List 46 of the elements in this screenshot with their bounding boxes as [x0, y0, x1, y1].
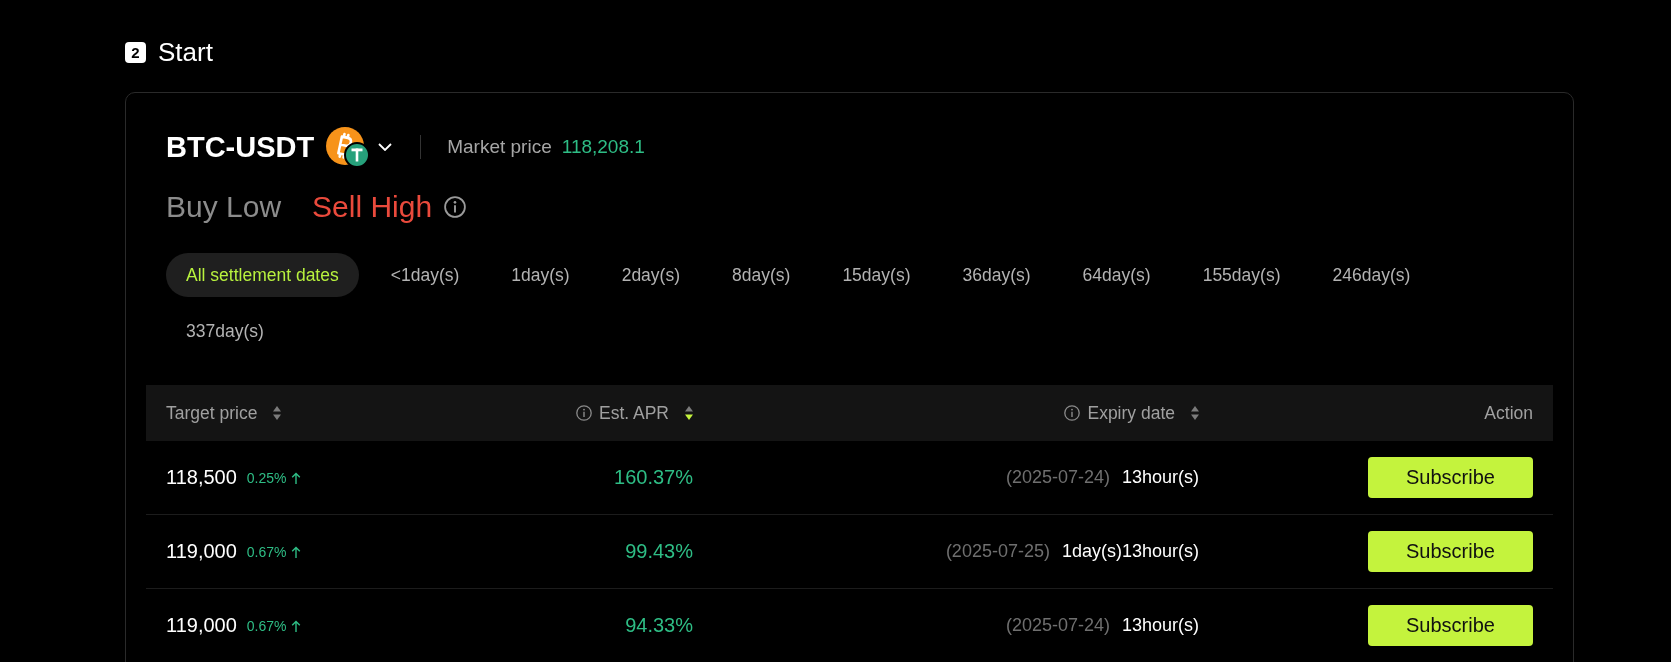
time-left: 1day(s)13hour(s) [1061, 541, 1199, 562]
column-header[interactable]: Est. APR [598, 402, 669, 424]
mode-tab[interactable]: Sell High [312, 189, 433, 225]
date-filter-tab[interactable]: 337day(s) [166, 309, 284, 353]
apr-value: 160.37% [614, 466, 693, 489]
date-filter-tab[interactable]: 36day(s) [942, 253, 1051, 297]
date-filter-tab[interactable]: 64day(s) [1062, 253, 1171, 297]
date-filter-tab[interactable]: 246day(s) [1312, 253, 1431, 297]
info-icon[interactable] [575, 405, 592, 421]
column-header[interactable]: Target price [166, 402, 258, 424]
info-icon[interactable] [444, 196, 467, 218]
date-filter-tab[interactable]: 2day(s) [601, 253, 700, 297]
target-price: 119,000 [166, 614, 237, 637]
date-filter-tab[interactable]: 155day(s) [1182, 253, 1301, 297]
apr-value: 99.43% [625, 540, 693, 563]
target-price: 119,000 [166, 540, 237, 563]
date-filter-tab[interactable]: 1day(s) [491, 253, 590, 297]
target-price: 118,500 [166, 466, 237, 489]
sort-icon[interactable] [685, 406, 693, 420]
price-change: 0.67% [246, 543, 287, 560]
step-title: Start [158, 36, 213, 68]
coin-pair-icon [326, 126, 371, 168]
info-icon[interactable] [1064, 405, 1081, 421]
price-change: 0.25% [246, 469, 287, 486]
date-filter-tab[interactable]: 8day(s) [712, 253, 811, 297]
time-left: 13hour(s) [1121, 467, 1199, 488]
time-left: 13hour(s) [1121, 615, 1199, 636]
column-header: Action [1484, 402, 1533, 424]
subscribe-button[interactable]: Subscribe [1368, 531, 1533, 572]
expiry-date: (2025-07-25) [945, 541, 1050, 562]
market-price-value: 118,208.1 [561, 136, 645, 158]
expiry-date: (2025-07-24) [1005, 615, 1110, 636]
date-filter-tab[interactable]: 15day(s) [822, 253, 931, 297]
market-price-label: Market price [447, 136, 552, 158]
apr-value: 94.33% [625, 614, 693, 637]
expiry-date: (2025-07-24) [1005, 467, 1110, 488]
chevron-down-icon[interactable] [378, 143, 393, 151]
subscribe-button[interactable]: Subscribe [1368, 605, 1533, 646]
price-change: 0.67% [246, 617, 287, 634]
mode-tab[interactable]: Buy Low [166, 189, 282, 225]
subscribe-button[interactable]: Subscribe [1368, 457, 1533, 498]
step-number: 2 [125, 41, 146, 63]
pair-symbol[interactable]: BTC-USDT [166, 129, 315, 165]
column-header[interactable]: Expiry date [1087, 402, 1175, 424]
date-filter-tab[interactable]: All settlement dates [166, 253, 359, 297]
date-filter-tab[interactable]: <1day(s) [370, 253, 480, 297]
